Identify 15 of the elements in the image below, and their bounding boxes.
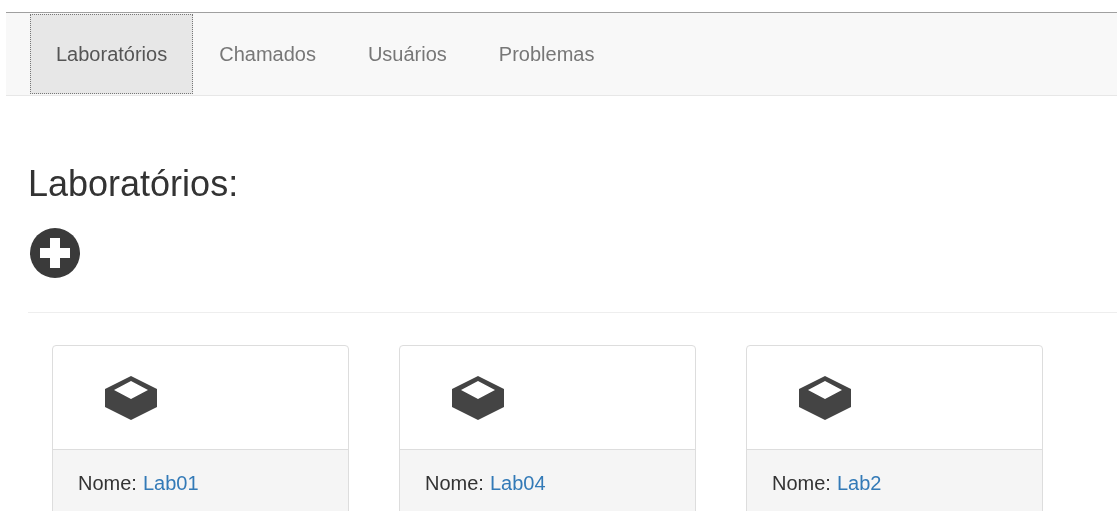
nav-tab[interactable]: Problemas xyxy=(472,14,621,94)
box-icon xyxy=(452,375,504,420)
name-label: Nome: xyxy=(78,472,137,495)
box-icon xyxy=(799,375,851,420)
name-label: Nome: xyxy=(772,472,831,495)
add-icon[interactable] xyxy=(30,228,80,278)
lab-link[interactable]: Lab01 xyxy=(142,472,199,495)
page-title: Laboratórios: xyxy=(28,164,240,204)
lab-link[interactable]: Lab2 xyxy=(836,472,882,495)
nav-tab[interactable]: Laboratórios xyxy=(30,14,194,94)
name-label: Nome: xyxy=(425,472,484,495)
lab-link[interactable]: Lab04 xyxy=(489,472,546,495)
box-icon xyxy=(105,375,157,420)
nav-tab[interactable]: Usuários xyxy=(341,14,473,94)
nav-tab[interactable]: Chamados xyxy=(193,14,342,94)
